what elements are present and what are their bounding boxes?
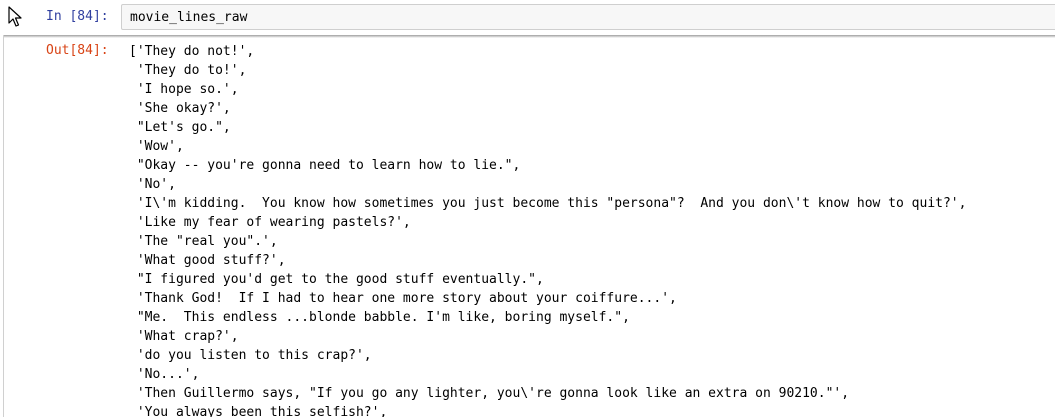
output-line: 'What good stuff?',: [129, 253, 286, 268]
output-line: 'No',: [129, 177, 176, 192]
output-line: 'Thank God! If I had to hear one more st…: [129, 291, 677, 306]
output-line: 'What crap?',: [129, 329, 239, 344]
mouse-cursor-icon: [8, 6, 24, 28]
output-area[interactable]: Out[84]: ['They do not!', 'They do to!',…: [0, 35, 1055, 417]
output-line: 'Wow',: [129, 139, 184, 154]
output-line: 'I\'m kidding. You know how sometimes yo…: [129, 196, 967, 211]
output-line: 'do you listen to this crap?',: [129, 348, 372, 363]
output-scroll-shadow: [4, 35, 1055, 38]
output-line: 'Then Guillermo says, "If you go any lig…: [129, 386, 850, 401]
output-line: 'The "real you".',: [129, 234, 278, 249]
code-input-cell[interactable]: movie_lines_raw: [121, 4, 1055, 30]
output-line: "I figured you'd get to the good stuff e…: [129, 272, 544, 287]
output-line: 'I hope so.',: [129, 82, 239, 97]
output-text: ['They do not!', 'They do to!', 'I hope …: [129, 42, 966, 417]
input-prompt: In [84]:: [46, 9, 109, 24]
output-line: "Let's go.",: [129, 120, 231, 135]
output-line: 'She okay?',: [129, 101, 231, 116]
output-line: 'You always been this selfish?',: [129, 405, 388, 417]
output-line: 'No...',: [129, 367, 200, 382]
output-line: "Me. This endless ...blonde babble. I'm …: [129, 310, 630, 325]
output-line: "Okay -- you're gonna need to learn how …: [129, 158, 521, 173]
output-scroll-border: [3, 35, 4, 417]
output-line: ['They do not!',: [129, 44, 255, 59]
output-line: 'Like my fear of wearing pastels?',: [129, 215, 411, 230]
output-prompt: Out[84]:: [46, 43, 109, 58]
output-line: 'They do to!',: [129, 63, 247, 78]
code-input-text[interactable]: movie_lines_raw: [130, 10, 247, 25]
